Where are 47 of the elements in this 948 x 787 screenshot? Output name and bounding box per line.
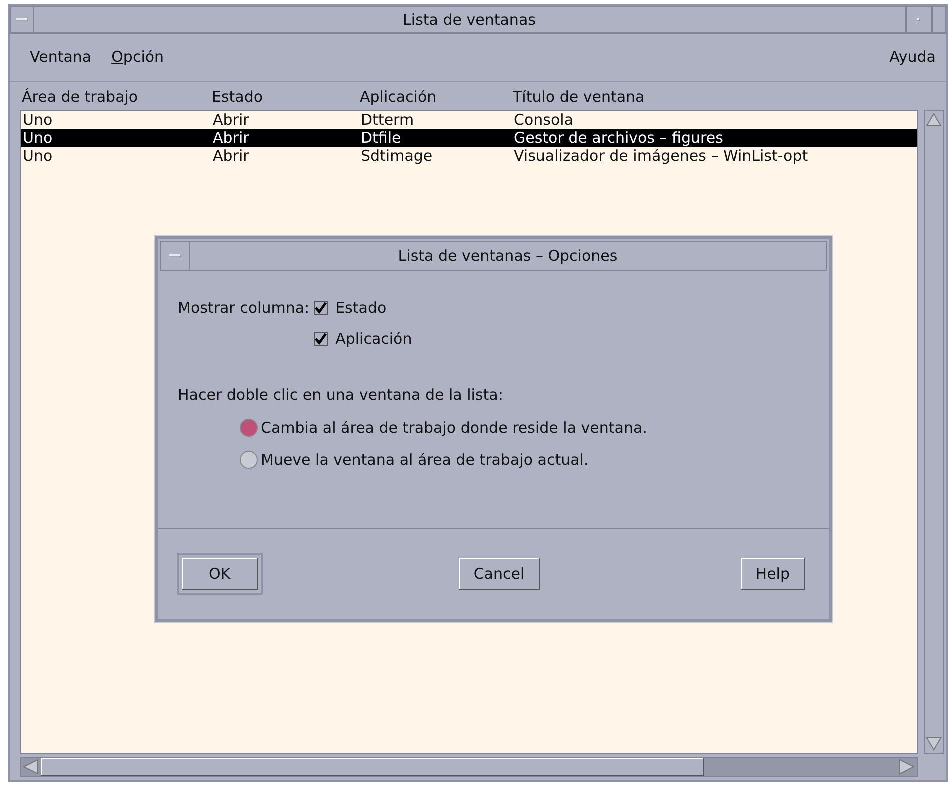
field-label: Mostrar columna: xyxy=(178,298,310,319)
dialog-button[interactable]: Help xyxy=(740,558,805,590)
dialog-button[interactable]: Cancel xyxy=(458,558,540,590)
menu-item[interactable]: Ventana xyxy=(30,46,92,69)
checkbox-label: Aplicación xyxy=(336,328,412,350)
minimize-icon xyxy=(917,18,921,22)
menu-item[interactable]: Opción xyxy=(112,46,164,69)
table-cell: Uno xyxy=(23,129,53,147)
table-cell: Abrir xyxy=(213,111,250,129)
section-label: Hacer doble clic en una ventana de la lista: xyxy=(178,385,504,406)
table-cell: Dtfile xyxy=(361,129,402,147)
column-header: Título de ventana xyxy=(513,86,645,108)
column-header: Aplicación xyxy=(360,88,437,106)
column-header: Área de trabajo xyxy=(22,88,138,106)
dialog-title: Lista de ventanas – Opciones xyxy=(190,241,827,271)
radio-label: Mueve la ventana al área de trabajo actual. xyxy=(261,450,589,471)
scroll-down-icon[interactable] xyxy=(925,735,943,753)
table-cell: Uno xyxy=(23,111,53,129)
menu-item[interactable]: Ayuda xyxy=(890,46,936,69)
table-cell: Uno xyxy=(23,147,53,165)
radio-label: Cambia al área de trabajo donde reside la ventana. xyxy=(261,418,648,438)
checkbox-label: Estado xyxy=(336,298,387,319)
table-cell: Abrir xyxy=(213,129,250,147)
column-header: Estado xyxy=(212,88,264,106)
checkbox[interactable] xyxy=(314,332,328,346)
radio-button[interactable] xyxy=(240,451,258,470)
table-row[interactable]: Uno Abrir Dtfile Gestor de archivos – figures xyxy=(21,129,917,147)
table-cell: Visualizador de imágenes – WinList-opt xyxy=(514,147,808,165)
table-cell: Gestor de archivos – figures xyxy=(514,129,724,147)
table-row[interactable]: Uno Abrir Sdtimage Visualizador de imágenes – WinList-opt xyxy=(21,147,917,165)
table-cell: Consola xyxy=(514,111,574,129)
scroll-up-icon[interactable] xyxy=(925,111,943,129)
window-title: Lista de ventanas xyxy=(34,6,906,33)
minimize-button[interactable] xyxy=(906,6,932,33)
window-menu-button[interactable] xyxy=(10,6,34,33)
window-menu-icon xyxy=(169,254,181,258)
maximize-button[interactable] xyxy=(932,6,946,33)
window-menu-icon xyxy=(16,18,28,22)
scroll-right-icon[interactable] xyxy=(897,758,917,776)
checkbox[interactable] xyxy=(314,301,328,316)
table-cell: Abrir xyxy=(213,147,250,165)
radio-button[interactable] xyxy=(240,418,258,437)
table-cell: Dtterm xyxy=(361,111,414,129)
scroll-left-icon[interactable] xyxy=(21,758,41,776)
window-menu-button[interactable] xyxy=(160,241,190,271)
table-cell: Sdtimage xyxy=(361,147,433,165)
table-row[interactable]: Uno Abrir Dtterm Consola xyxy=(21,111,917,129)
